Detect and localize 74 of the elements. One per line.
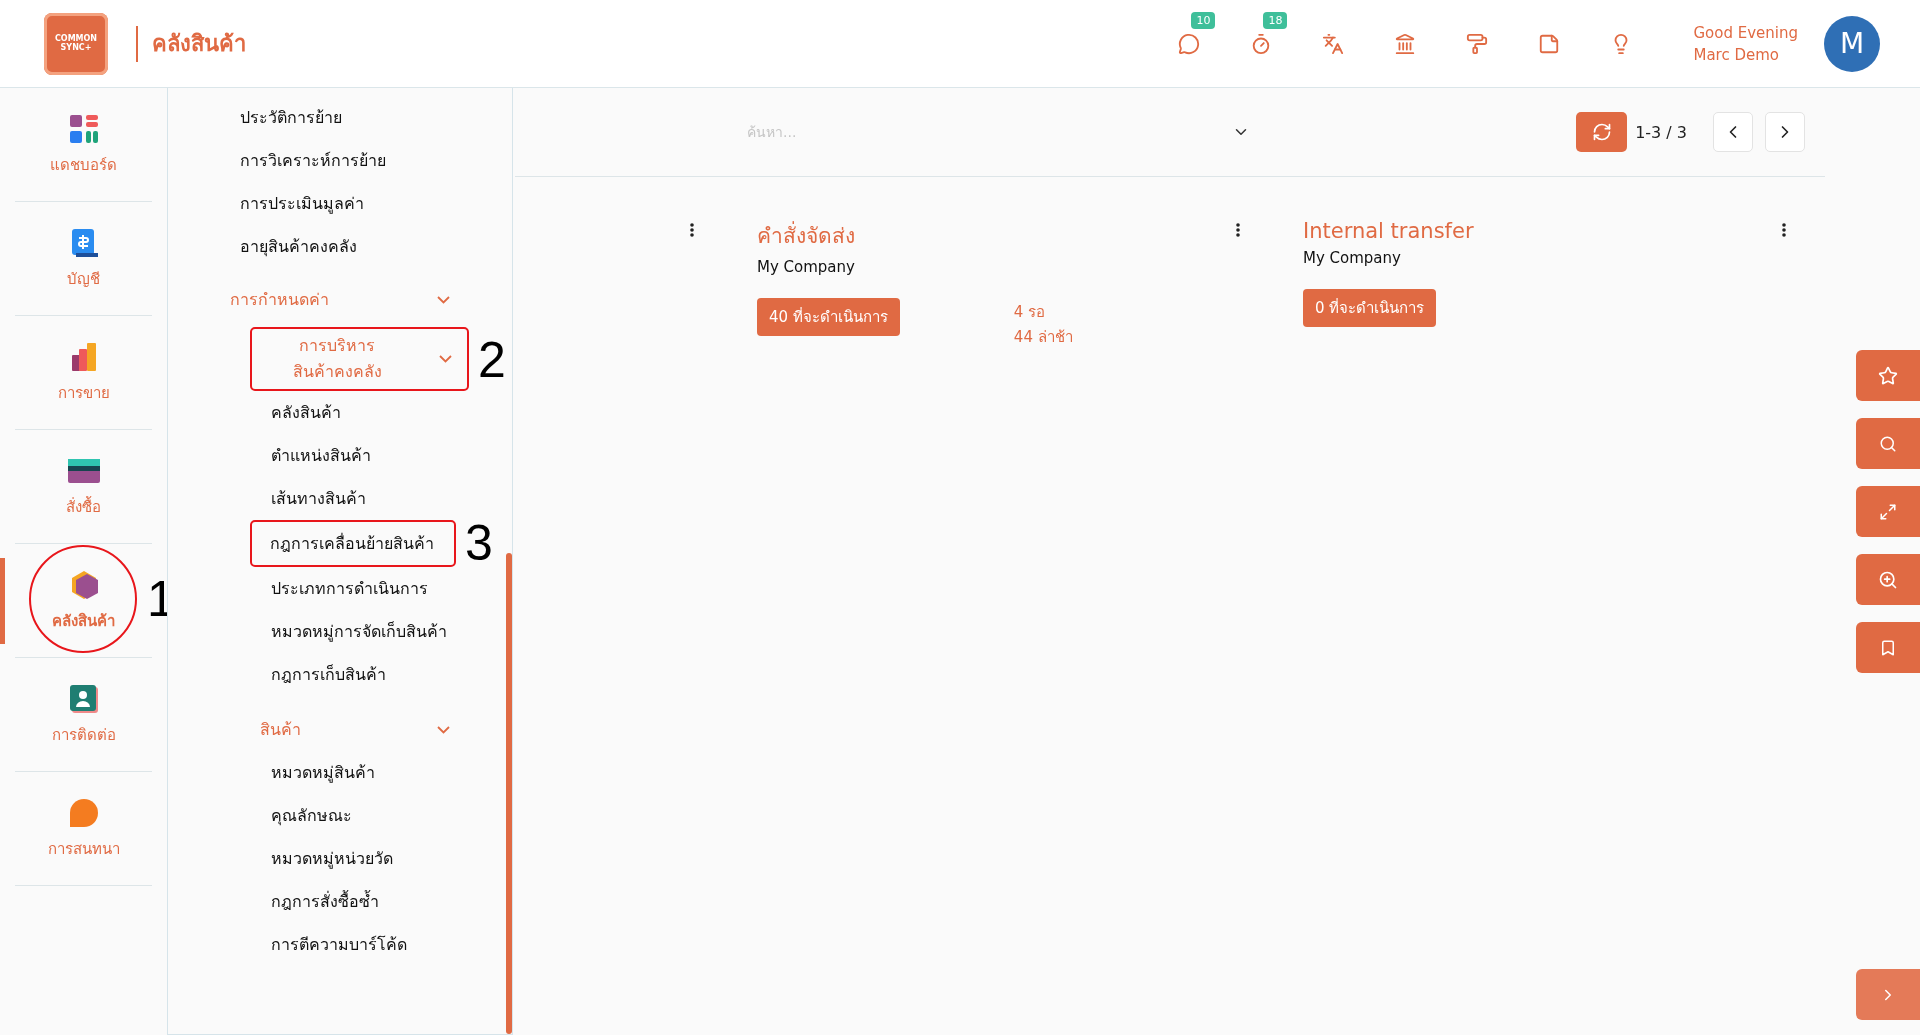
more-icon	[1782, 223, 1786, 237]
chat-bubble-icon	[67, 796, 100, 829]
expand-icon	[1879, 502, 1897, 521]
refresh-button[interactable]	[1576, 112, 1628, 152]
company-name: My Company	[757, 258, 856, 276]
search-icon	[1879, 434, 1897, 453]
more-icon	[1236, 223, 1240, 237]
menu-link[interactable]: คุณลักษณะ	[271, 794, 352, 837]
menu-group[interactable]: สินค้า	[260, 708, 450, 751]
menu-group[interactable]: การกำหนดค่า	[230, 278, 450, 321]
sidebar-item[interactable]: คลังสินค้า	[15, 544, 152, 658]
menu-link[interactable]: เส้นทางสินค้า	[271, 477, 366, 520]
menu-link[interactable]: กฎการสั่งซื้อซ้ำ	[271, 880, 379, 923]
annotation-number: 2	[478, 335, 506, 385]
more-options-button[interactable]	[690, 223, 694, 237]
menu-link[interactable]: อายุสินค้าคงคลัง	[240, 225, 357, 268]
menu-link[interactable]: หมวดหมู่หน่วยวัด	[271, 837, 393, 880]
contact-icon	[67, 682, 100, 715]
sidebar-item[interactable]: บัญชี	[15, 202, 152, 316]
menu-group[interactable]: การบริหารสินค้าคงคลัง	[252, 333, 452, 385]
refresh-icon	[1591, 122, 1612, 142]
bookmark-button[interactable]	[1856, 622, 1920, 673]
count-link[interactable]: 4 รอ	[1013, 300, 1073, 325]
menu-link[interactable]: การประเมินมูลค่า	[240, 182, 364, 225]
more-options-button[interactable]	[1236, 223, 1240, 237]
company-name: My Company	[1303, 249, 1402, 267]
chevron-icon	[439, 355, 452, 363]
pager-text: 1-3 / 3	[1635, 122, 1687, 142]
zoom-in-icon	[1878, 569, 1898, 590]
dashboard-icon	[67, 112, 100, 145]
menu-link[interactable]: หมวดหมู่การจัดเก็บสินค้า	[271, 610, 447, 653]
user-avatar[interactable]: M	[1824, 15, 1880, 72]
sidebar-item[interactable]: การขาย	[15, 316, 152, 430]
card-title[interactable]: Internal transfer	[1303, 219, 1474, 243]
expand-button[interactable]	[1856, 486, 1920, 537]
bookmark-icon	[1879, 638, 1897, 657]
greeting: Good Evening	[1693, 22, 1798, 44]
count-badge: 18	[1263, 11, 1288, 29]
chevron-icon	[437, 295, 450, 304]
chevron-icon	[437, 725, 450, 734]
count-link[interactable]: 44 ล่าช้า	[1013, 325, 1073, 350]
paint-roller-icon	[1466, 32, 1489, 55]
sticky-note-icon	[1538, 32, 1561, 55]
search-button[interactable]	[1856, 418, 1920, 469]
menu-link[interactable]: ประวัติการย้าย	[240, 96, 342, 139]
count-badge: 10	[1191, 11, 1216, 29]
menu-link[interactable]: กฎการเคลื่อนย้ายสินค้า	[270, 522, 434, 565]
sidebar-item[interactable]: การสนทนา	[15, 772, 152, 886]
user-name: Marc Demo	[1693, 44, 1780, 66]
building-icon	[1394, 32, 1417, 55]
page-title: คลังสินค้า	[152, 30, 246, 58]
sidebar-item[interactable]: สั่งซื้อ	[15, 430, 152, 544]
menu-link[interactable]: การตีความบาร์โค้ด	[271, 923, 407, 966]
card-title[interactable]: คำสั่งจัดส่ง	[757, 219, 855, 252]
more-options-button[interactable]	[1782, 223, 1786, 237]
favorite-button[interactable]	[1856, 350, 1920, 401]
star-icon	[1878, 365, 1898, 386]
annotation-number: 3	[465, 518, 493, 568]
to-process-button[interactable]: 0 ที่จะดำเนินการ	[1303, 289, 1437, 327]
menu-link[interactable]: ประเภทการดำเนินการ	[271, 567, 428, 610]
sidebar-item[interactable]: แดชบอร์ด	[15, 88, 152, 202]
menu-link[interactable]: คลังสินค้า	[271, 391, 341, 434]
menu-link[interactable]: หมวดหมู่สินค้า	[271, 751, 375, 794]
chat-icon	[1178, 32, 1201, 55]
zoom-in-button[interactable]	[1856, 554, 1920, 605]
logo: COMMON SYNC+	[44, 12, 108, 75]
to-process-button[interactable]: 40 ที่จะดำเนินการ	[757, 298, 900, 336]
scrollbar[interactable]	[506, 553, 512, 1034]
translate-icon	[1322, 32, 1345, 55]
menu-link[interactable]: ตำแหน่งสินค้า	[271, 434, 371, 477]
menu-link[interactable]: การวิเคราะห์การย้าย	[240, 139, 386, 182]
menu-link[interactable]: กฎการเก็บสินค้า	[271, 653, 386, 696]
sidebar-item[interactable]: การติดต่อ	[15, 658, 152, 772]
more-icon	[690, 223, 694, 237]
